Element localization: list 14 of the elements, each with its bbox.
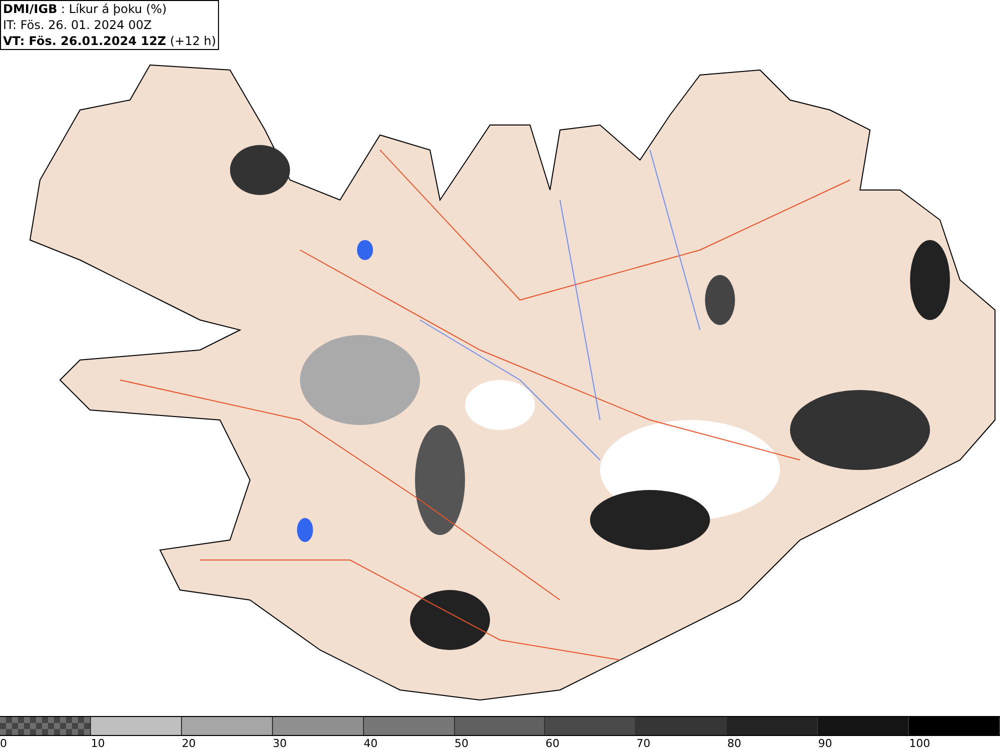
valid-time: VT: Fös. 26.01.2024 12Z (+12 h)	[3, 33, 216, 49]
legend-label: 70	[636, 737, 650, 750]
legend-label: 30	[272, 737, 287, 750]
map-title: DMI/IGB : Líkur á þoku (%)	[3, 1, 168, 17]
legend-label: 20	[182, 737, 196, 750]
legend-label: 60	[545, 737, 560, 750]
legend-label: 0	[0, 737, 7, 750]
legend-label: 40	[364, 737, 378, 750]
legend-label: 10	[90, 737, 105, 750]
legend-label: 80	[727, 737, 742, 750]
initial-time: IT: Fös. 26. 01. 2024 00Z	[3, 17, 153, 33]
legend-label: 50	[454, 737, 469, 750]
legend-label: 100	[909, 737, 930, 750]
legend-label: 90	[818, 737, 832, 750]
